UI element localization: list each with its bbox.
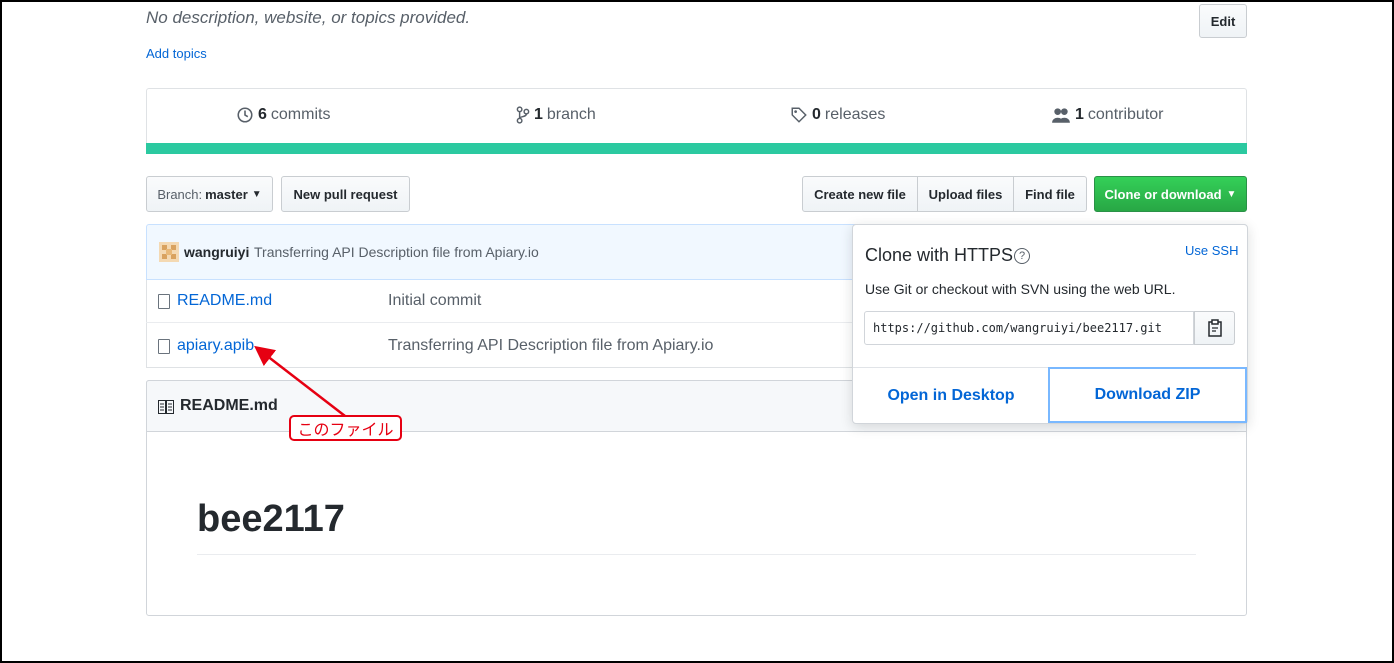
- stat-commits[interactable]: 6 commits: [236, 106, 330, 124]
- branch-prefix: Branch:: [157, 186, 203, 202]
- edit-button[interactable]: Edit: [1199, 4, 1247, 38]
- branch-select-button[interactable]: Branch: master ▼: [146, 176, 273, 212]
- stat-contributors[interactable]: 1 contributor: [1051, 106, 1164, 124]
- upload-files-button[interactable]: Upload files: [917, 176, 1014, 212]
- file-name-apiary[interactable]: apiary.apib: [177, 337, 254, 355]
- open-in-desktop-button[interactable]: Open in Desktop: [853, 368, 1049, 423]
- file-commit-message[interactable]: Initial commit: [388, 292, 481, 310]
- clone-description: Use Git or checkout with SVN using the w…: [865, 281, 1176, 297]
- tag-icon: [791, 107, 807, 123]
- stat-releases-label: releases: [824, 106, 886, 123]
- clipboard-icon: [1207, 319, 1222, 337]
- annotation-arrow: [254, 345, 346, 417]
- copy-to-clipboard-button[interactable]: [1194, 311, 1235, 345]
- file-name-readme[interactable]: README.md: [177, 292, 272, 310]
- commit-author[interactable]: wangruiyi: [184, 244, 249, 260]
- stat-commits-count: 6: [258, 106, 267, 123]
- language-bar: [146, 143, 1247, 154]
- readme-divider: [197, 554, 1196, 555]
- clone-url-input[interactable]: [864, 311, 1194, 345]
- annotation-callout: このファイル: [289, 415, 402, 441]
- question-icon[interactable]: ?: [1014, 248, 1030, 264]
- stat-contributors-count: 1: [1075, 106, 1084, 123]
- stat-branches[interactable]: 1 branch: [516, 106, 596, 124]
- create-new-file-button[interactable]: Create new file: [802, 176, 918, 212]
- caret-down-icon: ▼: [251, 188, 262, 200]
- history-icon: [237, 107, 253, 123]
- stat-releases[interactable]: 0 releases: [790, 106, 885, 124]
- download-zip-button[interactable]: Download ZIP: [1048, 367, 1247, 423]
- branch-name: master: [205, 186, 248, 202]
- file-icon: [158, 339, 170, 354]
- caret-down-icon: ▼: [1226, 188, 1237, 200]
- find-file-button[interactable]: Find file: [1013, 176, 1087, 212]
- stat-branches-count: 1: [534, 106, 543, 123]
- stat-releases-count: 0: [812, 106, 821, 123]
- readme-heading: bee2117: [197, 498, 345, 540]
- stat-contributors-label: contributor: [1087, 106, 1164, 123]
- new-pull-request-button[interactable]: New pull request: [281, 176, 410, 212]
- people-icon: [1052, 108, 1070, 123]
- clone-or-download-button[interactable]: Clone or download ▼: [1094, 176, 1247, 212]
- add-topics-link[interactable]: Add topics: [146, 46, 207, 61]
- avatar[interactable]: [159, 242, 179, 262]
- repo-description: No description, website, or topics provi…: [146, 8, 471, 27]
- book-icon: [158, 400, 174, 419]
- clone-title: Clone with HTTPS: [865, 245, 1014, 265]
- stat-branches-label: branch: [546, 106, 596, 123]
- clone-or-download-label: Clone or download: [1104, 186, 1222, 202]
- use-ssh-link[interactable]: Use SSH: [1185, 243, 1238, 258]
- stat-commits-label: commits: [270, 106, 331, 123]
- commit-message[interactable]: Transferring API Description file from A…: [254, 244, 539, 260]
- file-commit-message[interactable]: Transferring API Description file from A…: [388, 337, 713, 355]
- branch-icon: [516, 106, 530, 124]
- file-icon: [158, 294, 170, 309]
